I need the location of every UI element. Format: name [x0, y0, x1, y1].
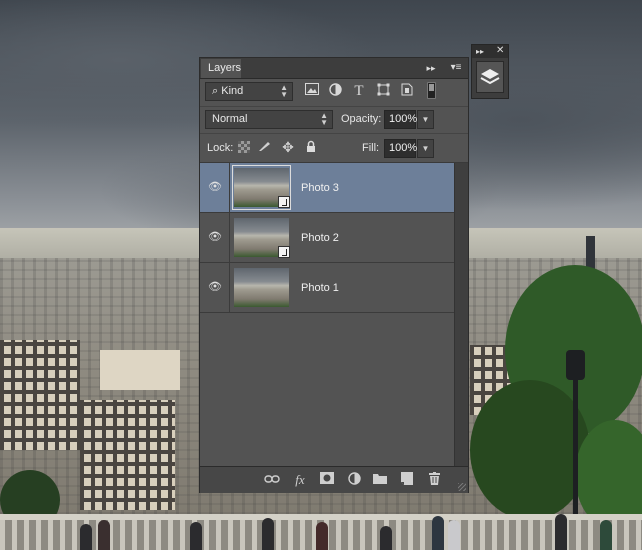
dock-header: ▸▸ ✕ — [472, 45, 508, 58]
street-lamp-head — [566, 350, 585, 380]
updown-arrows-icon: ▲ ▼ — [280, 83, 288, 99]
smart-object-badge-icon — [278, 196, 290, 208]
distant-tower — [586, 236, 595, 270]
new-group-icon[interactable] — [372, 472, 388, 488]
filter-toggle[interactable] — [427, 82, 436, 99]
blend-row: Normal ▲ ▼ Opacity: 100% ▼ — [200, 106, 468, 134]
panel-footer: fx — [200, 466, 468, 493]
tab-layers[interactable]: Layers — [201, 59, 241, 78]
panel-tab-bar: Layers ▸▸ ▾≡ — [200, 58, 468, 79]
shape-filter-icon[interactable] — [375, 83, 391, 99]
close-icon[interactable]: ✕ — [496, 45, 504, 57]
double-chevron-right-icon[interactable]: ▸▸ — [424, 61, 438, 75]
resize-grip-icon[interactable] — [458, 483, 466, 491]
opacity-label: Opacity: — [341, 113, 382, 125]
eye-icon[interactable]: 👁 — [208, 182, 222, 193]
smart-object-filter-icon[interactable] — [399, 83, 415, 99]
adjustment-layer-icon[interactable] — [346, 472, 362, 488]
filter-kind-label: Kind — [221, 85, 244, 97]
visibility-cell[interactable]: 👁 — [200, 263, 230, 312]
search-icon: ⌕ — [212, 85, 219, 97]
lock-all-icon[interactable] — [304, 140, 318, 154]
layer-name[interactable]: Photo 1 — [301, 282, 339, 294]
double-chevron-right-icon[interactable]: ▸▸ — [476, 46, 484, 57]
lock-label: Lock: — [207, 142, 234, 154]
opacity-input[interactable]: 100% — [384, 110, 417, 129]
updown-arrows-icon: ▲ ▼ — [320, 111, 328, 127]
layer-thumbnail — [234, 268, 289, 307]
filter-kind-select[interactable]: ⌕ Kind ▲ ▼ — [205, 82, 293, 101]
layer-row-photo-1[interactable]: 👁 Photo 1 — [200, 263, 454, 313]
filter-row: ⌕ Kind ▲ ▼ T — [200, 79, 468, 107]
layers-list: 👁 Photo 3 👁 Photo 2 👁 Photo 1 — [200, 163, 468, 466]
opacity-dropdown-button[interactable]: ▼ — [417, 110, 434, 129]
eye-icon[interactable]: 👁 — [208, 282, 222, 293]
visibility-cell[interactable]: 👁 — [200, 213, 230, 262]
adjustment-filter-icon[interactable] — [327, 83, 343, 99]
fill-label: Fill: — [362, 142, 380, 154]
fill-dropdown-button[interactable]: ▼ — [417, 139, 434, 158]
pixel-filter-icon[interactable] — [304, 83, 320, 99]
lock-row: Lock: ✥ Fill: 100% ▼ — [200, 134, 468, 163]
lock-image-pixels-icon[interactable] — [258, 140, 272, 154]
building — [100, 350, 180, 390]
fx-icon[interactable]: fx — [292, 472, 308, 488]
crowd — [0, 505, 642, 550]
fill-input[interactable]: 100% — [384, 139, 417, 158]
visibility-cell[interactable]: 👁 — [200, 163, 230, 212]
collapsed-panel-dock: ▸▸ ✕ — [471, 44, 509, 99]
layer-name[interactable]: Photo 3 — [301, 182, 339, 194]
new-layer-icon[interactable] — [399, 472, 415, 488]
lock-transparent-pixels-icon[interactable] — [238, 141, 250, 153]
blend-mode-value: Normal — [212, 113, 248, 125]
smart-object-badge-icon — [278, 246, 290, 258]
blend-mode-select[interactable]: Normal ▲ ▼ — [205, 110, 333, 129]
layers-scrollbar[interactable] — [454, 163, 468, 466]
layer-row-photo-3[interactable]: 👁 Photo 3 — [200, 163, 454, 213]
link-layers-icon[interactable] — [264, 472, 280, 488]
building — [80, 400, 175, 510]
eye-icon[interactable]: 👁 — [208, 232, 222, 243]
tree — [470, 380, 590, 520]
add-mask-icon[interactable] — [319, 472, 335, 488]
layers-panel: Layers ▸▸ ▾≡ ⌕ Kind ▲ ▼ T Normal ▲ ▼ Opaci… — [199, 57, 469, 493]
delete-layer-icon[interactable] — [426, 472, 442, 488]
lock-position-icon[interactable]: ✥ — [281, 140, 295, 154]
layer-row-photo-2[interactable]: 👁 Photo 2 — [200, 213, 454, 263]
panel-menu-icon[interactable]: ▾≡ — [448, 61, 464, 75]
type-filter-icon[interactable]: T — [351, 83, 367, 99]
layer-name[interactable]: Photo 2 — [301, 232, 339, 244]
building — [0, 340, 80, 450]
layers-icon[interactable] — [476, 61, 504, 93]
